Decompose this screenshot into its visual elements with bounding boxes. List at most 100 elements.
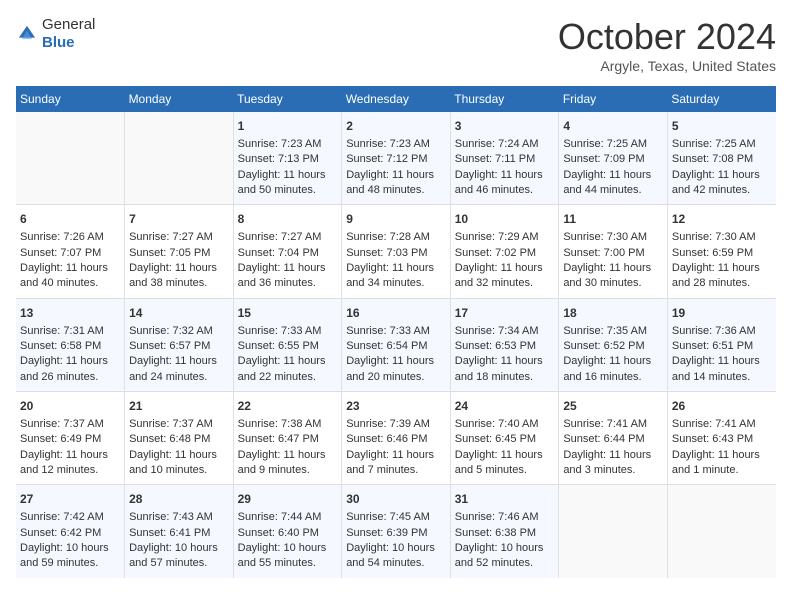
calendar-cell: 30 Sunrise: 7:45 AMSunset: 6:39 PMDayligh…: [342, 485, 451, 578]
sunrise-text: Sunrise: 7:31 AM: [20, 324, 120, 339]
sunset-text: Sunset: 7:00 PM: [563, 246, 663, 261]
sunset-text: Sunset: 7:09 PM: [563, 152, 663, 167]
calendar-cell: [125, 112, 234, 205]
day-number: 23: [346, 398, 446, 415]
calendar-cell: 18Sunrise: 7:35 AMSunset: 6:52 PMDayligh…: [559, 298, 668, 391]
sunset-text: Sunset: 7:08 PM: [672, 152, 772, 167]
sunrise-text: Sunrise: 7:33 AM: [238, 324, 338, 339]
sunset-text: Sunset: 6:54 PM: [346, 339, 446, 354]
calendar-cell: 22Sunrise: 7:38 AMSunset: 6:47 PMDayligh…: [233, 392, 342, 485]
daylight-text: Daylight: 11 hours and 3 minutes.: [563, 448, 663, 479]
calendar-cell: 10Sunrise: 7:29 AMSunset: 7:02 PMDayligh…: [450, 205, 559, 298]
sunset-text: Sunset: 7:04 PM: [238, 246, 338, 261]
page-header: General Blue October 2024 Argyle, Texas,…: [16, 16, 776, 74]
sunset-text: Sunset: 6:44 PM: [563, 432, 663, 447]
calendar-cell: 1 Sunrise: 7:23 AMSunset: 7:13 PMDaylight…: [233, 112, 342, 205]
calendar-cell: 27Sunrise: 7:42 AMSunset: 6:42 PMDayligh…: [16, 485, 125, 578]
sunrise-text: Sunrise: 7:37 AM: [129, 417, 229, 432]
day-number: 26: [672, 398, 772, 415]
daylight-text: Daylight: 10 hours and 57 minutes.: [129, 541, 229, 572]
sunrise-text: Sunrise: 7:26 AM: [20, 230, 120, 245]
calendar-cell: 12Sunrise: 7:30 AMSunset: 6:59 PMDayligh…: [667, 205, 776, 298]
header-saturday: Saturday: [667, 86, 776, 112]
calendar-body: 1Sunrise: 7:23 AMSunset: 7:13 PMDaylight…: [16, 112, 776, 578]
sunrise-text: Sunrise: 7:39 AM: [346, 417, 446, 432]
sunrise-text: Sunrise: 7:30 AM: [672, 230, 772, 245]
sunset-text: Sunset: 6:47 PM: [238, 432, 338, 447]
calendar-cell: 17Sunrise: 7:34 AMSunset: 6:53 PMDayligh…: [450, 298, 559, 391]
day-number: 15: [238, 305, 338, 322]
sunset-text: Sunset: 6:43 PM: [672, 432, 772, 447]
daylight-text: Daylight: 11 hours and 48 minutes.: [346, 168, 446, 199]
daylight-text: Daylight: 11 hours and 14 minutes.: [672, 354, 772, 385]
daylight-text: Daylight: 11 hours and 16 minutes.: [563, 354, 663, 385]
calendar-cell: 21Sunrise: 7:37 AMSunset: 6:48 PMDayligh…: [125, 392, 234, 485]
sunrise-text: Sunrise: 7:38 AM: [238, 417, 338, 432]
sunrise-text: Sunrise: 7:36 AM: [672, 324, 772, 339]
sunrise-text: Sunrise: 7:35 AM: [563, 324, 663, 339]
calendar-table: Sunday Monday Tuesday Wednesday Thursday…: [16, 86, 776, 578]
day-number: 8: [238, 211, 338, 228]
sunrise-text: Sunrise: 7:27 AM: [129, 230, 229, 245]
sunset-text: Sunset: 6:55 PM: [238, 339, 338, 354]
calendar-week-1: 1Sunrise: 7:23 AMSunset: 7:13 PMDaylight…: [16, 112, 776, 205]
calendar-cell: 13Sunrise: 7:31 AMSunset: 6:58 PMDayligh…: [16, 298, 125, 391]
day-number: 5: [672, 118, 772, 135]
sunset-text: Sunset: 6:57 PM: [129, 339, 229, 354]
sunset-text: Sunset: 7:02 PM: [455, 246, 555, 261]
header-monday: Monday: [125, 86, 234, 112]
day-number: 1: [238, 118, 338, 135]
day-number: 28: [129, 491, 229, 508]
daylight-text: Daylight: 10 hours and 54 minutes.: [346, 541, 446, 572]
sunrise-text: Sunrise: 7:45 AM: [346, 510, 446, 525]
sunrise-text: Sunrise: 7:34 AM: [455, 324, 555, 339]
calendar-cell: [16, 112, 125, 205]
sunrise-text: Sunrise: 7:23 AM: [238, 137, 338, 152]
daylight-text: Daylight: 11 hours and 7 minutes.: [346, 448, 446, 479]
daylight-text: Daylight: 11 hours and 50 minutes.: [238, 168, 338, 199]
header-friday: Friday: [559, 86, 668, 112]
day-number: 30: [346, 491, 446, 508]
sunset-text: Sunset: 7:05 PM: [129, 246, 229, 261]
calendar-week-5: 27Sunrise: 7:42 AMSunset: 6:42 PMDayligh…: [16, 485, 776, 578]
calendar-cell: 28Sunrise: 7:43 AMSunset: 6:41 PMDayligh…: [125, 485, 234, 578]
day-number: 20: [20, 398, 120, 415]
calendar-cell: 8Sunrise: 7:27 AMSunset: 7:04 PMDaylight…: [233, 205, 342, 298]
sunset-text: Sunset: 6:49 PM: [20, 432, 120, 447]
calendar-week-3: 13Sunrise: 7:31 AMSunset: 6:58 PMDayligh…: [16, 298, 776, 391]
sunrise-text: Sunrise: 7:23 AM: [346, 137, 446, 152]
sunrise-text: Sunrise: 7:41 AM: [563, 417, 663, 432]
daylight-text: Daylight: 10 hours and 52 minutes.: [455, 541, 555, 572]
sunrise-text: Sunrise: 7:37 AM: [20, 417, 120, 432]
daylight-text: Daylight: 11 hours and 44 minutes.: [563, 168, 663, 199]
daylight-text: Daylight: 11 hours and 9 minutes.: [238, 448, 338, 479]
daylight-text: Daylight: 11 hours and 22 minutes.: [238, 354, 338, 385]
sunset-text: Sunset: 7:12 PM: [346, 152, 446, 167]
calendar-cell: 25Sunrise: 7:41 AMSunset: 6:44 PMDayligh…: [559, 392, 668, 485]
calendar-cell: [559, 485, 668, 578]
sunrise-text: Sunrise: 7:41 AM: [672, 417, 772, 432]
calendar-cell: 5Sunrise: 7:25 AMSunset: 7:08 PMDaylight…: [667, 112, 776, 205]
day-number: 11: [563, 211, 663, 228]
header-wednesday: Wednesday: [342, 86, 451, 112]
calendar-cell: 3Sunrise: 7:24 AMSunset: 7:11 PMDaylight…: [450, 112, 559, 205]
sunset-text: Sunset: 6:39 PM: [346, 526, 446, 541]
day-number: 4: [563, 118, 663, 135]
sunset-text: Sunset: 7:11 PM: [455, 152, 555, 167]
sunrise-text: Sunrise: 7:40 AM: [455, 417, 555, 432]
daylight-text: Daylight: 11 hours and 34 minutes.: [346, 261, 446, 292]
sunset-text: Sunset: 6:48 PM: [129, 432, 229, 447]
daylight-text: Daylight: 11 hours and 28 minutes.: [672, 261, 772, 292]
calendar-cell: 26Sunrise: 7:41 AMSunset: 6:43 PMDayligh…: [667, 392, 776, 485]
sunset-text: Sunset: 7:13 PM: [238, 152, 338, 167]
sunset-text: Sunset: 6:53 PM: [455, 339, 555, 354]
sunrise-text: Sunrise: 7:44 AM: [238, 510, 338, 525]
daylight-text: Daylight: 11 hours and 38 minutes.: [129, 261, 229, 292]
sunrise-text: Sunrise: 7:30 AM: [563, 230, 663, 245]
day-number: 17: [455, 305, 555, 322]
calendar-cell: 23Sunrise: 7:39 AMSunset: 6:46 PMDayligh…: [342, 392, 451, 485]
sunrise-text: Sunrise: 7:43 AM: [129, 510, 229, 525]
header-thursday: Thursday: [450, 86, 559, 112]
daylight-text: Daylight: 11 hours and 20 minutes.: [346, 354, 446, 385]
daylight-text: Daylight: 10 hours and 59 minutes.: [20, 541, 120, 572]
